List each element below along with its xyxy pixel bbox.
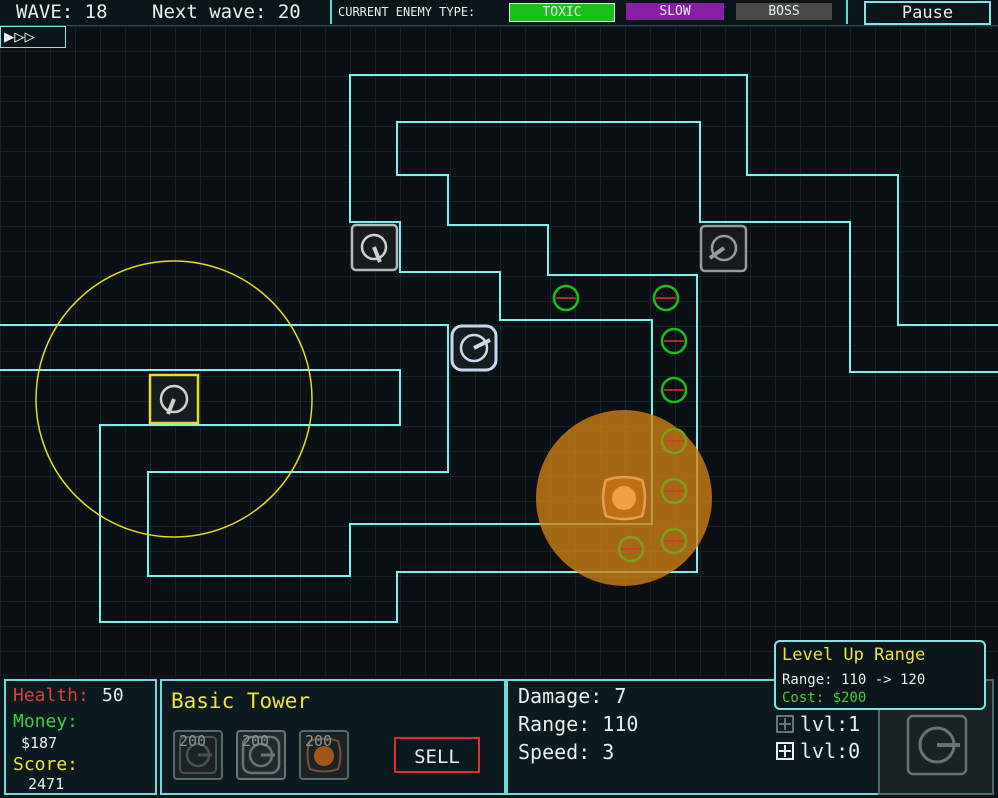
upgrade-tooltip: Level Up Range Range: 110 -> 120 Cost: $…: [774, 640, 986, 710]
range-stat: Range: 110: [518, 712, 639, 736]
area-tower[interactable]: [601, 475, 647, 521]
upgrade-level-1: lvl:1: [800, 712, 861, 736]
damage-stat: Damage: 7: [518, 684, 627, 708]
tooltip-cost: Cost: $200: [782, 690, 867, 706]
money-value: $187: [21, 734, 58, 752]
upgraded-tower[interactable]: [450, 324, 498, 372]
pause-button[interactable]: Pause: [864, 1, 991, 25]
score-label: Score:: [13, 754, 79, 775]
basic-tower[interactable]: [699, 224, 748, 273]
enemy-type-slow: SLOW: [626, 3, 724, 20]
game-map[interactable]: [0, 26, 998, 676]
shop-area-tower-button[interactable]: 200: [299, 730, 349, 780]
upgrade-range-button[interactable]: [776, 742, 794, 760]
speed-stat: Speed: 3: [518, 740, 615, 764]
shop-item-cost: 200: [305, 732, 333, 750]
basic-tower[interactable]: [350, 223, 399, 272]
money-label: Money:: [13, 711, 79, 732]
shop-upgraded-tower-button[interactable]: 200: [236, 730, 286, 780]
sell-button[interactable]: SELL: [394, 737, 480, 773]
divider: [846, 0, 848, 24]
wave-counter: WAVE: 18: [16, 1, 108, 23]
shop-item-cost: 200: [242, 732, 270, 750]
upgrade-level-2: lvl:0: [800, 739, 861, 763]
shop-basic-tower-button[interactable]: 200: [173, 730, 223, 780]
tower-name: Basic Tower: [171, 689, 311, 713]
toxic-enemy: [660, 327, 688, 355]
score-value: 2471: [28, 775, 65, 793]
tooltip-detail: Range: 110 -> 120: [782, 672, 926, 688]
game-field[interactable]: [0, 26, 998, 676]
enemy-path: [0, 74, 998, 623]
tooltip-title: Level Up Range: [782, 645, 926, 665]
selected-basic-tower[interactable]: [148, 373, 200, 425]
enemy-type-label: CURRENT ENEMY TYPE:: [338, 5, 476, 19]
enemy-type-boss: BOSS: [736, 3, 832, 20]
next-wave-counter: Next wave: 20: [152, 1, 301, 23]
toxic-enemy: [660, 376, 688, 404]
divider: [330, 0, 332, 24]
upgrade-damage-button[interactable]: [776, 715, 794, 733]
enemy-type-toxic: TOXIC: [509, 3, 615, 22]
status-panel: Health: 50 Money: $187 Score: 2471: [4, 679, 157, 795]
path-outline-inner: [0, 121, 998, 623]
health-value: 50: [102, 685, 124, 706]
fast-forward-button[interactable]: ▶▷▷: [0, 26, 66, 48]
health-label: Health:: [13, 685, 89, 706]
shop-panel: Basic Tower 200 200 200 SELL: [160, 679, 506, 795]
path-outline-outer: [0, 74, 998, 577]
toxic-enemy: [652, 284, 680, 312]
toxic-enemy: [552, 284, 580, 312]
shop-item-cost: 200: [179, 732, 207, 750]
top-bar: WAVE: 18 Next wave: 20 CURRENT ENEMY TYP…: [0, 0, 998, 26]
